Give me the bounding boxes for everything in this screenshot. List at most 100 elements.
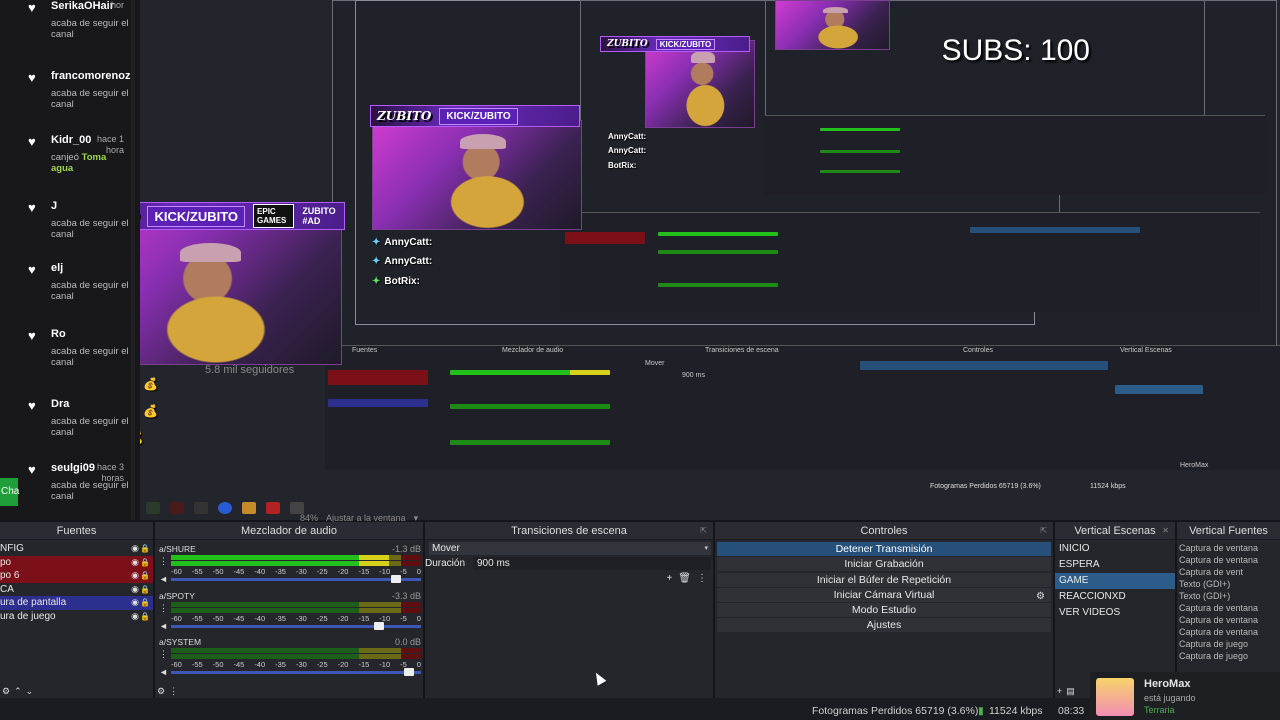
lock-icon[interactable]: 🔒 — [140, 610, 150, 624]
speaker-icon[interactable]: ◄ — [159, 621, 168, 631]
volume-handle[interactable] — [391, 575, 401, 583]
vsource-item[interactable]: Captura de ventana — [1177, 626, 1280, 638]
more-icon[interactable]: ⋮ — [159, 556, 168, 567]
eye-icon[interactable]: ◉ — [131, 583, 139, 597]
trash-icon[interactable]: 🗑 — [678, 573, 691, 584]
toolbar-btn-red[interactable] — [170, 502, 184, 514]
vsource-item[interactable]: Texto (GDI+) — [1177, 578, 1280, 590]
chat-side-tab[interactable]: Cha — [0, 478, 19, 506]
scale-tick: -60 — [171, 567, 182, 576]
volume-handle[interactable] — [373, 621, 384, 630]
vsource-item[interactable]: Captura de ventana — [1177, 554, 1280, 566]
control-button[interactable]: Iniciar el Búfer de Repetición — [717, 572, 1051, 587]
chat-username[interactable]: seulgi09 — [51, 462, 95, 474]
more-icon[interactable]: ⋮ — [159, 649, 168, 660]
duration-input[interactable]: 900 ms — [473, 557, 711, 570]
meter-zone — [358, 654, 401, 659]
toolbar-btn-green[interactable] — [146, 502, 160, 514]
volume-slider[interactable] — [171, 668, 421, 676]
scene-item[interactable]: GAME — [1055, 573, 1175, 589]
settings-icon[interactable]: ⚙ — [157, 686, 165, 697]
stream-preview[interactable]: ZUBITO KICK/ZUBITO EPIC GAMES ZUBITO #AD… — [140, 0, 1280, 520]
source-item[interactable]: CA ◉ 🔒 — [0, 583, 153, 597]
controls-list: Detener Transmisión Iniciar Grabación Inic… — [715, 540, 1053, 633]
control-button[interactable]: Iniciar Cámara Virtual — [717, 587, 1051, 602]
vsource-item[interactable]: Captura de juego — [1177, 650, 1280, 662]
transition-select[interactable]: Mover ▾ — [429, 542, 711, 555]
chat-username[interactable]: Ro — [51, 328, 66, 340]
scene-item[interactable]: INICIO — [1055, 541, 1175, 557]
eye-icon[interactable]: ◉ — [131, 556, 139, 570]
volume-handle[interactable] — [403, 668, 414, 676]
scale-tick: -40 — [254, 660, 266, 669]
scene-item[interactable]: REACCIONXD — [1055, 589, 1175, 605]
sources-list: NFIG ◉ 🔒 po ◉ 🔒 po 6 ◉ 🔒 CA ◉ 🔒 ura de pantalla ◉ 🔒 ura… — [0, 540, 153, 623]
vsource-item[interactable]: Captura de vent — [1177, 566, 1280, 578]
dock-float-icon[interactable]: ⇱ — [700, 522, 707, 540]
add-icon[interactable]: + — [666, 573, 672, 584]
chat-username[interactable]: francomorenoz — [51, 70, 130, 82]
toolbar-btn-orange[interactable] — [242, 502, 256, 514]
speaker-icon[interactable]: ◄ — [159, 667, 168, 677]
chat-action: acaba de seguir el canal — [51, 346, 131, 368]
volume-slider[interactable] — [171, 621, 421, 630]
chat-username[interactable]: Kidr_00 — [51, 134, 91, 146]
volume-meter — [171, 561, 421, 566]
source-item[interactable]: NFIG ◉ 🔒 — [0, 542, 153, 556]
activity-status: está jugando — [1144, 693, 1196, 703]
lock-icon[interactable]: 🔒 — [140, 542, 150, 556]
activity-user: HeroMax — [1144, 678, 1191, 690]
eye-icon[interactable]: ◉ — [131, 596, 139, 610]
lock-icon[interactable]: 🔒 — [140, 569, 150, 583]
control-button[interactable]: Iniciar Grabación — [717, 557, 1051, 572]
eye-icon[interactable]: ◉ — [131, 610, 139, 624]
chat-action-text: acaba de seguir el canal — [51, 18, 129, 40]
volume-slider[interactable] — [171, 575, 421, 583]
activity-card[interactable]: HeroMax está jugando Terraria — [1090, 672, 1280, 720]
chat-username[interactable]: J — [51, 200, 57, 212]
chevron-up-icon[interactable]: ⌃ — [14, 686, 22, 697]
more-icon[interactable]: ⋮ — [697, 573, 707, 584]
lock-icon[interactable]: 🔒 — [140, 596, 150, 610]
dock-float-icon[interactable]: ⇱ — [1040, 522, 1047, 540]
settings-icon[interactable]: ⚙ — [2, 686, 10, 697]
add-icon[interactable]: + — [1057, 686, 1062, 697]
chat-scrollbar[interactable] — [131, 0, 135, 520]
source-item[interactable]: ura de pantalla ◉ 🔒 — [0, 596, 153, 610]
toolbar-btn-blue[interactable] — [218, 502, 232, 514]
more-icon[interactable]: ⋮ — [169, 686, 178, 697]
source-item[interactable]: po ◉ 🔒 — [0, 555, 153, 570]
control-button[interactable]: Ajustes — [717, 618, 1051, 633]
gear-icon[interactable]: ⚙ — [1036, 591, 1045, 602]
toolbar-btn-gray[interactable] — [194, 502, 208, 514]
lock-icon[interactable]: 🔒 — [140, 556, 150, 570]
scale-tick: -60 — [171, 613, 182, 623]
vsource-item[interactable]: Texto (GDI+) — [1177, 590, 1280, 602]
eye-icon[interactable]: ◉ — [131, 569, 139, 583]
chat-message: ♥ SerikaOHair hor acaba de seguir el canal — [0, 0, 138, 60]
lock-icon[interactable]: 🔒 — [140, 583, 150, 597]
control-button[interactable]: Modo Estudio — [717, 602, 1051, 617]
close-icon[interactable]: ✕ — [1162, 522, 1169, 540]
vsource-item[interactable]: Captura de ventana — [1177, 614, 1280, 626]
control-button[interactable]: Detener Transmisión — [717, 542, 1051, 557]
volume-meter — [171, 648, 421, 653]
source-item[interactable]: ura de juego ◉ 🔒 — [0, 610, 153, 624]
scene-item[interactable]: VER VIDEOS — [1055, 605, 1175, 621]
chat-username[interactable]: elj — [51, 262, 63, 274]
filter-icon[interactable]: ▤ — [1066, 686, 1075, 697]
chevron-down-icon[interactable]: ⌄ — [26, 686, 34, 697]
transitions-dock: Transiciones de escena ⇱ Mover ▾ Duración … — [425, 522, 715, 698]
chat-username[interactable]: Dra — [51, 398, 69, 410]
vsource-item[interactable]: Captura de ventana — [1177, 542, 1280, 554]
source-item[interactable]: po 6 ◉ 🔒 — [0, 569, 153, 583]
nested-fuentes: Fuentes — [352, 347, 378, 354]
speaker-icon[interactable]: ◄ — [159, 574, 168, 584]
scene-item[interactable]: ESPERA — [1055, 557, 1175, 573]
vsource-item[interactable]: Captura de juego — [1177, 638, 1280, 650]
more-icon[interactable]: ⋮ — [159, 603, 168, 614]
eye-icon[interactable]: ◉ — [131, 542, 139, 556]
vsource-item[interactable]: Captura de ventana — [1177, 602, 1280, 614]
toolbar-btn-record[interactable] — [266, 502, 280, 514]
scale-tick: -55 — [191, 613, 203, 623]
